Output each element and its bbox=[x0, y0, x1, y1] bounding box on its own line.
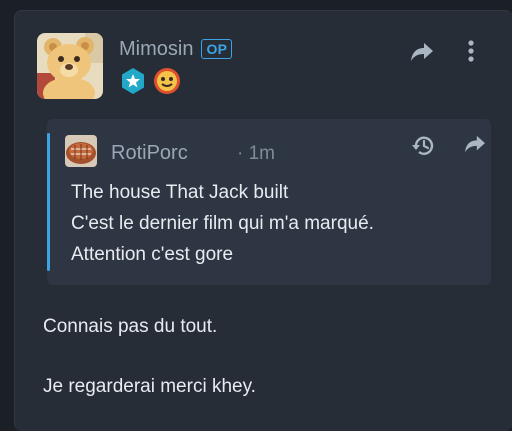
verified-star-badge-icon[interactable] bbox=[119, 67, 147, 95]
quote-line: C'est le dernier film qui m'a marqué. bbox=[71, 213, 374, 234]
more-options-icon[interactable] bbox=[467, 39, 475, 63]
emoji-sticker-badge-icon[interactable] bbox=[153, 67, 181, 95]
author-avatar[interactable] bbox=[37, 33, 103, 99]
quote-line: Attention c'est gore bbox=[71, 244, 234, 265]
author-name[interactable]: Mimosin bbox=[119, 37, 193, 61]
share-icon[interactable] bbox=[463, 134, 487, 154]
author-row: Mimosin OP bbox=[119, 37, 233, 61]
message-card: Mimosin OP RotiPorc · 1m The house That … bbox=[14, 10, 512, 431]
quote-timestamp: · 1m bbox=[237, 143, 275, 164]
message-line: Je regarderai merci khey. bbox=[43, 376, 256, 397]
roast-avatar-icon bbox=[65, 135, 97, 167]
share-icon[interactable] bbox=[409, 41, 435, 63]
quote-text: The house That Jack built C'est le derni… bbox=[71, 177, 481, 270]
quote-accent-bar bbox=[47, 133, 50, 271]
quote-line: The house That Jack built bbox=[71, 182, 289, 203]
quote-author-avatar[interactable] bbox=[65, 135, 97, 167]
history-icon[interactable] bbox=[411, 133, 437, 159]
message-line: Connais pas du tout. bbox=[43, 316, 218, 337]
op-badge: OP bbox=[201, 39, 233, 59]
quote-author-name[interactable]: RotiPorc bbox=[111, 141, 188, 165]
teddy-bear-avatar-icon bbox=[37, 33, 103, 99]
quoted-message[interactable]: RotiPorc · 1m The house That Jack built … bbox=[47, 119, 491, 285]
